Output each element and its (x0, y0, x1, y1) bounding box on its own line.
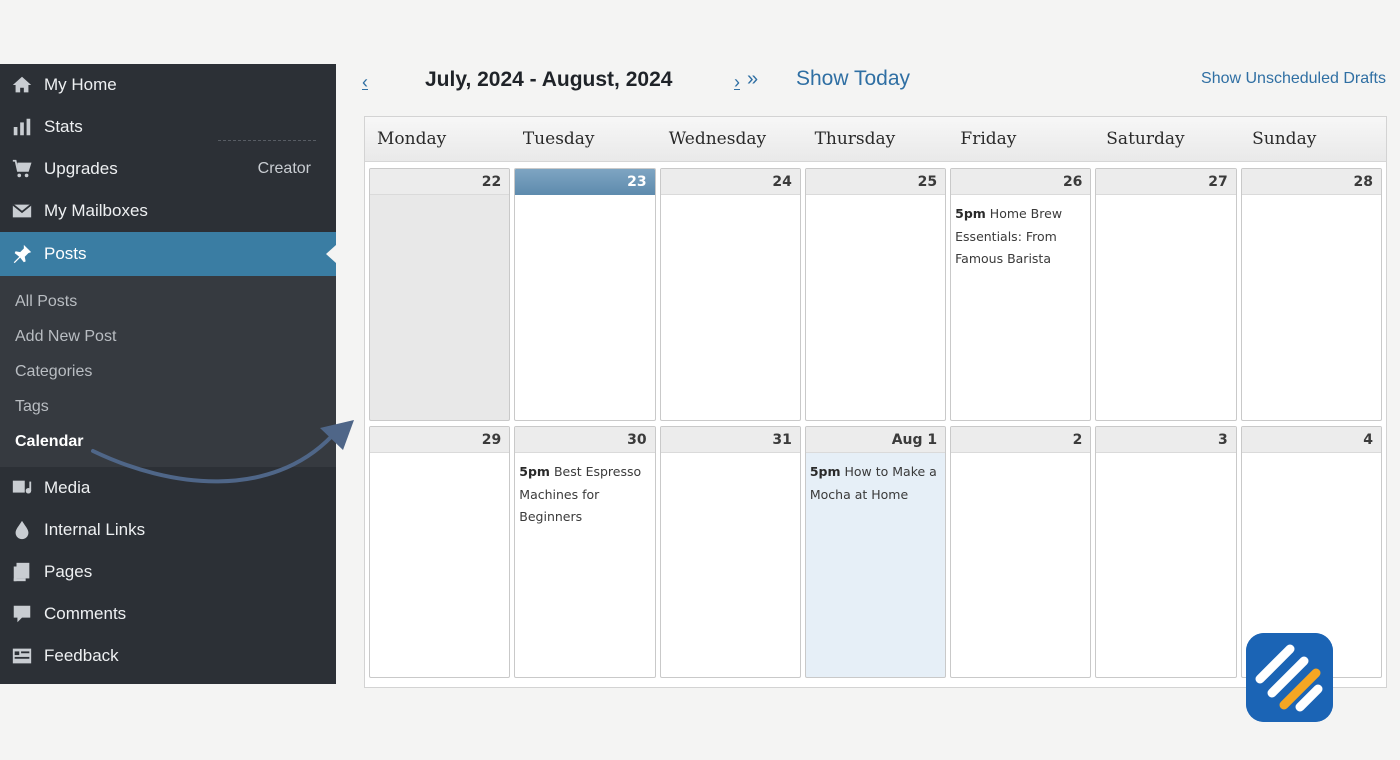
comments-icon (10, 602, 34, 626)
day-cell[interactable]: 2 (950, 426, 1092, 678)
menu-stats[interactable]: Stats (0, 106, 336, 148)
menu-comments[interactable]: Comments (0, 593, 336, 635)
menu-label: Comments (44, 604, 127, 623)
day-cell[interactable]: 22 (369, 168, 511, 421)
menu-label: Upgrades (44, 159, 118, 178)
home-icon (10, 73, 34, 97)
mail-icon (10, 199, 34, 223)
weekday-label: Wednesday (668, 129, 767, 149)
submenu-add-new-post[interactable]: Add New Post (0, 319, 336, 354)
menu-label: Stats (44, 117, 83, 136)
day-number: 25 (805, 169, 946, 195)
day-cell[interactable]: 30 5pm Best Espresso Machines for Beginn… (514, 426, 656, 678)
plan-badge: Creator (257, 160, 311, 177)
weekday-label: Thursday (814, 129, 896, 149)
weekday-label: Friday (960, 129, 1017, 149)
day-cell[interactable]: 27 (1095, 168, 1237, 421)
day-number: 3 (1096, 427, 1236, 453)
menu-media[interactable]: Media (0, 467, 336, 509)
weekday-label: Saturday (1106, 129, 1185, 149)
menu-label: Media (44, 478, 91, 497)
pages-icon (10, 560, 34, 584)
menu-label: Posts (44, 244, 87, 263)
calendar-week: 22 23 24 25 26 5pm Home Brew Essentials:… (369, 168, 1382, 421)
day-number: 28 (1241, 169, 1381, 195)
day-cell[interactable]: 25 (804, 168, 947, 421)
menu-label: My Mailboxes (44, 201, 148, 220)
weekday-label: Sunday (1252, 129, 1317, 149)
admin-sidebar: My Home Stats Upgrades Creator My Mailbo… (0, 64, 336, 684)
menu-label: My Home (44, 75, 117, 94)
day-number: 4 (1241, 427, 1381, 453)
fast-forward-link[interactable]: » (747, 68, 758, 91)
day-cell[interactable]: 28 (1240, 168, 1382, 421)
menu-label: Feedback (44, 646, 119, 665)
day-cell[interactable]: 3 (1095, 426, 1237, 678)
brand-logo (1246, 633, 1333, 722)
menu-label: Pages (44, 562, 93, 581)
scheduled-post[interactable]: 5pm Home Brew Essentials: From Famous Ba… (951, 195, 1090, 271)
day-cell[interactable]: 26 5pm Home Brew Essentials: From Famous… (950, 168, 1092, 421)
day-cell[interactable]: 31 (659, 426, 801, 678)
day-number: 27 (1096, 169, 1236, 195)
day-number: 26 (951, 169, 1091, 195)
day-number: 31 (660, 427, 800, 453)
menu-feedback[interactable]: Feedback (0, 635, 336, 677)
editorial-calendar: Monday Tuesday Wednesday Thursday Friday… (364, 116, 1387, 688)
day-cell[interactable]: 24 (659, 168, 801, 421)
submenu-categories[interactable]: Categories (0, 354, 336, 389)
day-number: 24 (660, 169, 800, 195)
menu-upgrades[interactable]: Upgrades Creator (0, 148, 336, 190)
submenu-all-posts[interactable]: All Posts (0, 284, 336, 319)
weekday-label: Monday (377, 129, 447, 149)
feedback-icon (10, 644, 34, 668)
submenu-tags[interactable]: Tags (0, 389, 336, 424)
post-time: 5pm (809, 464, 841, 479)
menu-my-mailboxes[interactable]: My Mailboxes (0, 190, 336, 232)
menu-internal-links[interactable]: Internal Links (0, 509, 336, 551)
day-number: 22 (370, 169, 510, 195)
menu-pages[interactable]: Pages (0, 551, 336, 593)
stats-icon (10, 115, 34, 139)
date-range-title: July, 2024 - August, 2024 (425, 68, 673, 91)
day-number: 23 (515, 169, 655, 195)
logo-mark-icon (1246, 633, 1333, 722)
next-month-link[interactable]: › (734, 72, 740, 93)
day-cell[interactable]: 29 (369, 426, 511, 678)
media-icon (10, 476, 34, 500)
drop-icon (10, 518, 34, 542)
show-unscheduled-drafts-link[interactable]: Show Unscheduled Drafts (1201, 70, 1386, 88)
divider (218, 140, 316, 141)
menu-posts[interactable]: Posts (0, 232, 336, 276)
day-number: 2 (951, 427, 1091, 453)
show-today-link[interactable]: Show Today (796, 67, 910, 91)
cart-icon (10, 157, 34, 181)
calendar-week: 29 30 5pm Best Espresso Machines for Beg… (369, 426, 1382, 678)
day-number: Aug 1 (805, 427, 946, 453)
weekday-header: Monday Tuesday Wednesday Thursday Friday… (365, 117, 1386, 162)
day-cell-today[interactable]: 23 (514, 168, 656, 421)
day-number: 30 (515, 427, 655, 453)
submenu-calendar[interactable]: Calendar (0, 424, 336, 459)
posts-submenu: All Posts Add New Post Categories Tags C… (0, 276, 336, 467)
day-number: 29 (370, 427, 510, 453)
day-cell-highlighted[interactable]: Aug 1 5pm How to Make a Mocha at Home (804, 426, 947, 678)
pin-icon (10, 242, 34, 266)
menu-label: Internal Links (44, 520, 146, 539)
scheduled-post[interactable]: 5pm Best Espresso Machines for Beginners (515, 453, 654, 529)
post-time: 5pm (955, 206, 986, 221)
previous-month-link[interactable]: ‹ (362, 72, 368, 93)
menu-my-home[interactable]: My Home (0, 64, 336, 106)
weekday-label: Tuesday (522, 129, 595, 149)
post-time: 5pm (519, 464, 550, 479)
scheduled-post[interactable]: 5pm How to Make a Mocha at Home (806, 453, 945, 506)
